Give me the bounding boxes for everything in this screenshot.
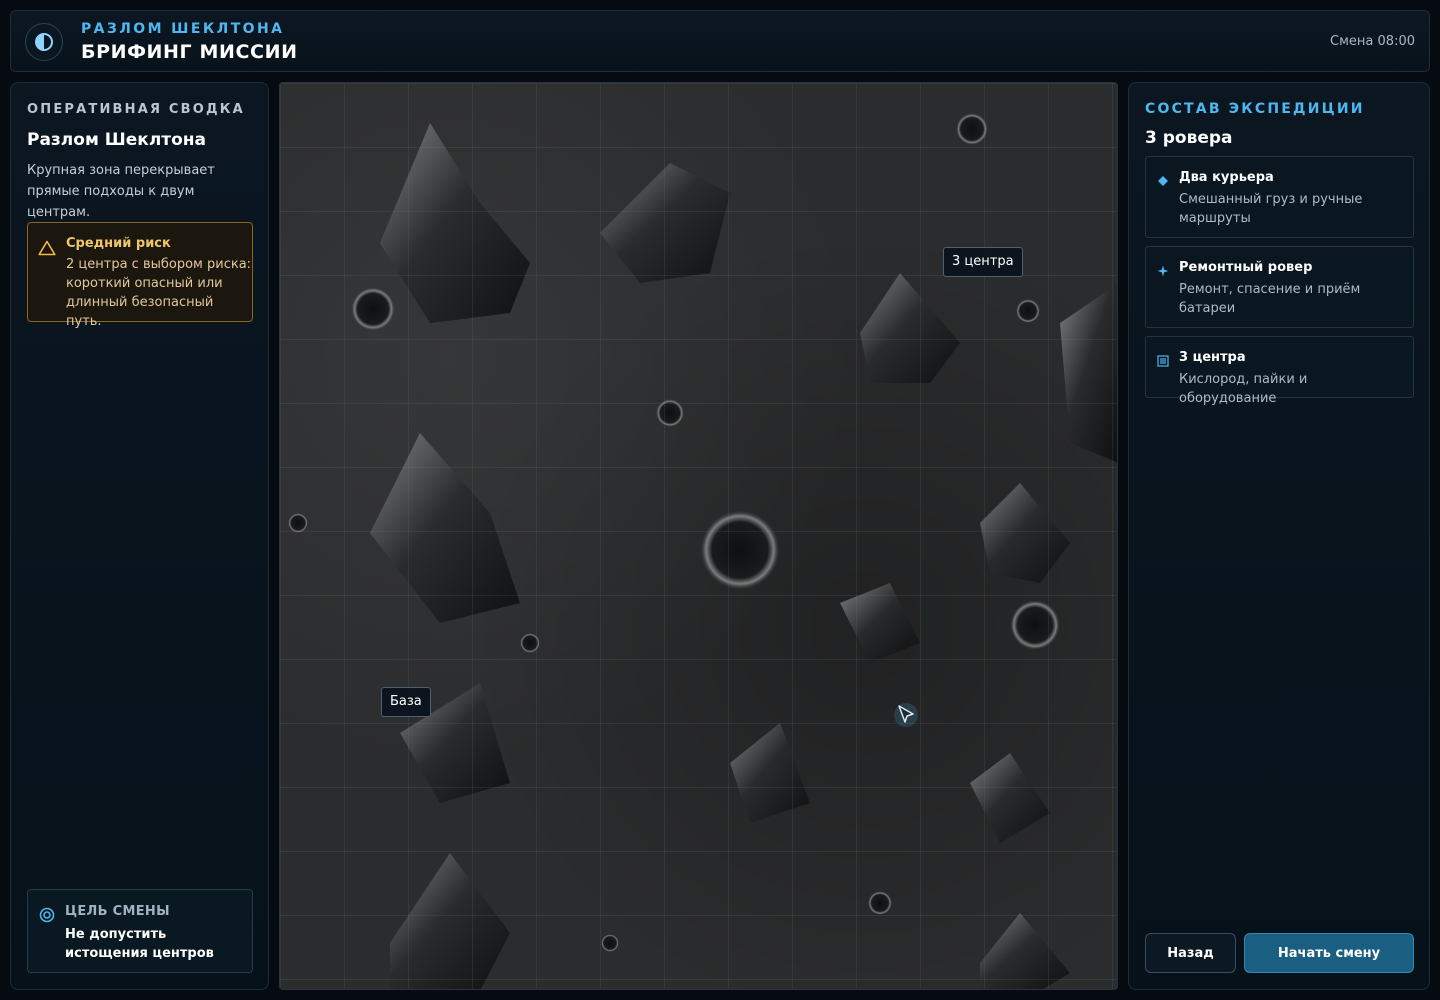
risk-text: 2 центра с выбором риска: короткий опасн… (66, 257, 252, 329)
map-grid (280, 83, 1117, 989)
back-button[interactable]: Назад (1145, 933, 1236, 973)
crew-card-repair-rover: Ремонтный ровер Ремонт, спасение и приём… (1145, 246, 1414, 328)
sparkle-icon (1157, 262, 1169, 281)
mission-map[interactable]: 3 центра База (279, 82, 1118, 990)
map-marker-centers[interactable]: 3 центра (943, 247, 1023, 277)
expedition-section-label: СОСТАВ ЭКСПЕДИЦИИ (1145, 101, 1365, 117)
page-title: БРИФИНГ МИССИИ (81, 41, 298, 63)
shift-time: Смена 08:00 (1330, 34, 1415, 49)
diamond-icon (1157, 172, 1169, 191)
rover-count: 3 ровера (1145, 128, 1233, 148)
start-shift-button[interactable]: Начать смену (1244, 933, 1414, 973)
crew-card-desc: Кислород, пайки и оборудование (1179, 372, 1308, 406)
mission-header: РАЗЛОМ ШЕКЛТОНА БРИФИНГ МИССИИ Смена 08:… (10, 10, 1430, 72)
briefing-description: Крупная зона перекрывает прямые подходы … (27, 163, 215, 220)
header-subtitle: РАЗЛОМ ШЕКЛТОНА (81, 21, 285, 37)
crew-card-title: Два курьера (1179, 170, 1274, 185)
crew-card-title: Ремонтный ровер (1179, 260, 1313, 275)
briefing-title: Разлом Шеклтона (27, 130, 207, 150)
goal-label: ЦЕЛЬ СМЕНЫ (65, 904, 170, 919)
crew-card-centers: 3 центра Кислород, пайки и оборудование (1145, 336, 1414, 406)
crew-card-desc: Ремонт, спасение и приём батареи (1179, 282, 1361, 316)
half-moon-icon (25, 23, 63, 61)
shift-goal-card: ЦЕЛЬ СМЕНЫ Не допустить истощения центро… (27, 889, 253, 973)
warning-triangle-icon (38, 240, 56, 260)
risk-title: Средний риск (66, 236, 171, 251)
rover-arrow-icon[interactable] (892, 701, 920, 733)
map-marker-base[interactable]: База (381, 687, 431, 717)
target-icon (39, 907, 55, 927)
risk-card: Средний риск 2 центра с выбором риска: к… (27, 222, 253, 329)
list-icon (1157, 352, 1169, 371)
crew-card-title: 3 центра (1179, 350, 1246, 365)
expedition-panel: СОСТАВ ЭКСПЕДИЦИИ 3 ровера Два курьера С… (1128, 82, 1430, 990)
goal-text: Не допустить истощения центров (65, 927, 214, 961)
briefing-section-label: ОПЕРАТИВНАЯ СВОДКА (27, 102, 245, 117)
crew-card-desc: Смешанный груз и ручные маршруты (1179, 192, 1363, 226)
crew-card-couriers: Два курьера Смешанный груз и ручные марш… (1145, 156, 1414, 238)
briefing-panel: ОПЕРАТИВНАЯ СВОДКА Разлом Шеклтона Крупн… (10, 82, 269, 990)
